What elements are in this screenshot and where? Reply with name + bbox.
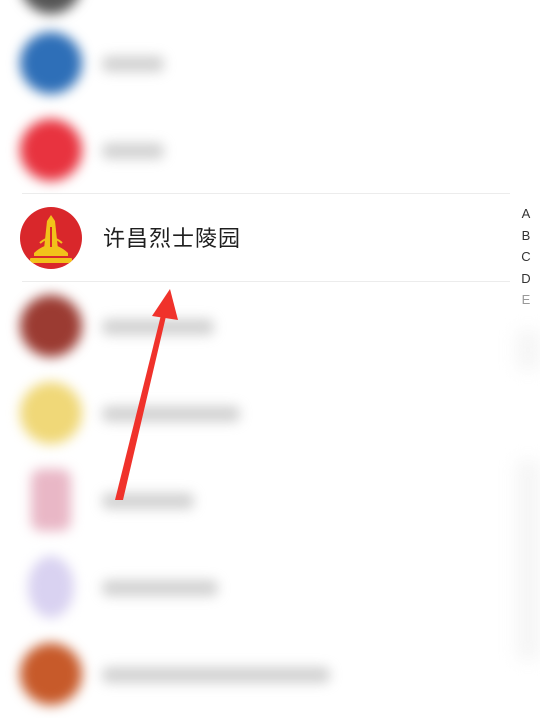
contact-name-blurred: [102, 580, 218, 596]
contact-row[interactable]: [0, 544, 510, 631]
row-divider: [22, 193, 510, 194]
index-letter-e[interactable]: E: [522, 289, 531, 311]
contact-name: 许昌烈士陵园: [103, 227, 242, 252]
contact-name-blurred: [102, 319, 214, 335]
contact-name-blurred: [102, 493, 194, 509]
contact-avatar: [20, 643, 82, 705]
contact-avatar-partial: [20, 0, 82, 14]
index-letter-a[interactable]: A: [522, 203, 531, 225]
contact-avatar: [20, 382, 82, 444]
index-bar-blurred: [516, 330, 540, 370]
contact-avatar: [20, 119, 82, 181]
index-letter-b[interactable]: B: [522, 225, 531, 247]
contact-name-blurred: [102, 56, 164, 72]
contact-avatar: [28, 556, 74, 618]
contact-avatar: [31, 469, 71, 531]
alphabet-index-bar[interactable]: A B C D E: [518, 203, 534, 311]
contact-row[interactable]: [0, 283, 510, 370]
monument-emblem-icon: [30, 215, 72, 263]
contact-avatar: [20, 207, 82, 269]
contact-avatar: [20, 32, 82, 94]
contact-row-xuchang-martyrs-cemetery[interactable]: 许昌烈士陵园: [0, 195, 510, 282]
index-bar-blurred: [516, 460, 540, 660]
contact-row[interactable]: [0, 20, 510, 107]
row-divider: [22, 281, 510, 282]
index-letter-c[interactable]: C: [521, 246, 530, 268]
contact-row[interactable]: [0, 631, 510, 718]
contact-name-blurred: [102, 667, 330, 683]
contact-avatar: [20, 295, 82, 357]
contact-name-blurred: [102, 143, 164, 159]
contact-name-blurred: [102, 406, 240, 422]
index-letter-d[interactable]: D: [521, 268, 530, 290]
contact-row[interactable]: [0, 370, 510, 457]
contact-row[interactable]: [0, 457, 510, 544]
contact-row[interactable]: [0, 107, 510, 194]
